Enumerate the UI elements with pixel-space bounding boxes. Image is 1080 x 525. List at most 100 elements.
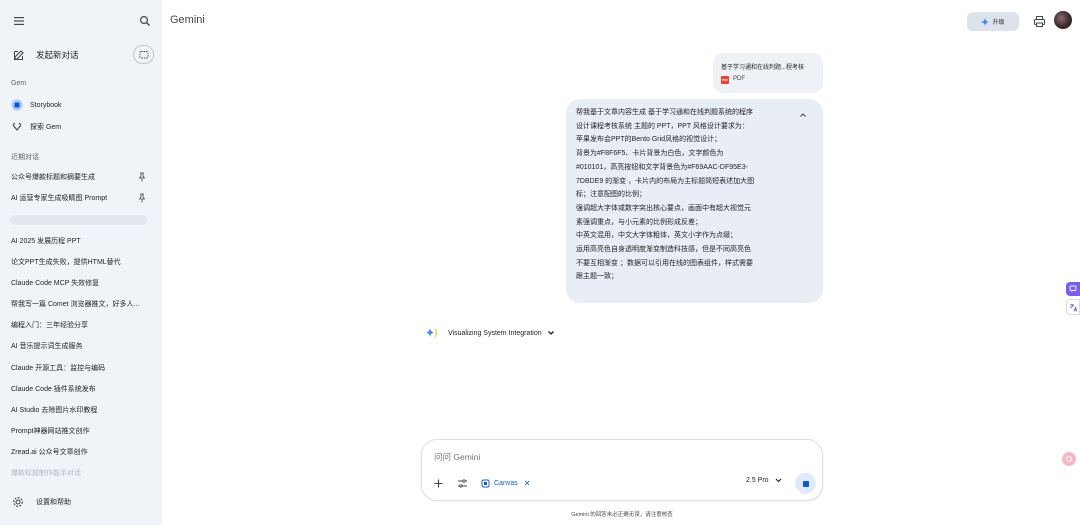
file-name: 基于学习通和在线判题...程考核 bbox=[721, 65, 805, 71]
stop-icon bbox=[802, 480, 809, 487]
disclaimer: Gemini 的回答未必正确无误，请注意核查 bbox=[571, 512, 673, 518]
upgrade-label: 升级 bbox=[992, 20, 1005, 26]
settings-label: 设置和帮助 bbox=[36, 499, 71, 506]
canvas-icon bbox=[481, 479, 490, 488]
sidebar: 发起新对话 Gem Storybook 探索 Gem 近期对话 公众号爆款标题和… bbox=[0, 0, 162, 525]
edit-icon bbox=[14, 50, 24, 60]
sidebar-item-label: Zread.ai 公众号文章创作 bbox=[11, 449, 88, 456]
sidebar-item-recent[interactable]: 帮我写一篇 Comet 浏览器推文，好多人... bbox=[4, 295, 156, 313]
attached-file-card[interactable]: 基于学习通和在线判题...程考核 PDF PDF bbox=[713, 53, 823, 93]
sidebar-item-label: 帮我写一篇 Comet 浏览器推文，好多人... bbox=[11, 301, 140, 308]
chevron-down-icon bbox=[547, 331, 554, 335]
message-line: 7DBDE9 的渐变 ，卡片内的布局为主标题简短表述加大图 bbox=[576, 177, 755, 185]
sidebar-item-recent[interactable]: 论文PPT生成失败，提供HTML替代 bbox=[4, 253, 156, 271]
prompt-composer: Canvas ✕ 2.5 Pro bbox=[421, 439, 823, 501]
message-line: 不要互相渐变 ；数据可以引用在线的图表组件，样式需要 bbox=[576, 259, 753, 267]
sidebar-item-label: AI 2025 发展历程 PPT bbox=[11, 238, 81, 245]
chevron-down-icon bbox=[775, 478, 781, 483]
sidebar-item-label: AI Studio 去除图片水印教程 bbox=[11, 407, 98, 414]
message-line: 标；注意配图的比例； bbox=[576, 191, 646, 199]
sidebar-item-recent[interactable]: Claude Code 插件系统发布 bbox=[4, 380, 156, 398]
sidebar-item-recent[interactable]: AI 音乐提示词生成服务 bbox=[4, 337, 156, 355]
message-line: 素强调重点，与小元素的比例形成反差； bbox=[576, 218, 702, 226]
pin-icon bbox=[138, 172, 146, 182]
sidebar-item-storybook[interactable]: Storybook bbox=[4, 96, 156, 114]
sidebar-item-pinned[interactable]: 公众号爆款标题和摘要生成 bbox=[4, 168, 156, 186]
sidebar-item-label: 编程入门：三年经验分享 bbox=[11, 322, 88, 329]
explore-gem-icon bbox=[12, 122, 22, 131]
loading-placeholder bbox=[10, 215, 147, 225]
sparkle-icon bbox=[981, 17, 990, 26]
sidebar-item-recent[interactable]: 爆款标题制作能手对话 bbox=[4, 464, 156, 482]
message-line: 中英文混用，中文大字体粗体，英文小字作为点缀； bbox=[576, 232, 737, 240]
menu-icon[interactable] bbox=[12, 14, 26, 28]
upgrade-button[interactable]: 升级 bbox=[967, 12, 1019, 31]
temporary-chat-icon bbox=[139, 50, 148, 58]
sidebar-item-label: Prompt神器网站推文创作 bbox=[11, 428, 90, 435]
extension-icon[interactable] bbox=[1066, 282, 1080, 296]
sidebar-item-recent[interactable]: 编程入门：三年经验分享 bbox=[4, 316, 156, 334]
temporary-chat-button[interactable] bbox=[133, 45, 154, 64]
canvas-label: Canvas bbox=[494, 480, 518, 487]
floating-assistant-icon[interactable] bbox=[1062, 452, 1076, 466]
sidebar-item-label: 公众号爆款标题和摘要生成 bbox=[11, 174, 95, 181]
print-icon[interactable] bbox=[1033, 15, 1046, 28]
message-line: 背景为#F8F6F5、卡片背景为白色，文字颜色为 bbox=[576, 150, 724, 158]
message-line: 跟主题一致； bbox=[576, 273, 618, 281]
add-icon[interactable] bbox=[433, 478, 444, 489]
user-message-text: 帮我基于文章内容生成 基于学习通和在线判题系统的程序 设计课程考核系统 主题的 … bbox=[576, 106, 804, 284]
file-type: PDF bbox=[733, 76, 745, 82]
sidebar-item-recent[interactable]: AI Studio 去除图片水印教程 bbox=[4, 401, 156, 419]
sidebar-item-pinned[interactable]: AI 运营专家生成吸睛图 Prompt bbox=[4, 189, 156, 207]
pin-icon bbox=[138, 193, 146, 203]
app-title[interactable]: Gemini bbox=[170, 14, 205, 26]
sidebar-item-recent[interactable]: Prompt神器网站推文创作 bbox=[4, 422, 156, 440]
sidebar-item-label: Claude 开源工具：监控与编码 bbox=[11, 365, 106, 372]
sidebar-item-label: 论文PPT生成失败，提供HTML替代 bbox=[11, 259, 121, 266]
tools-icon[interactable] bbox=[457, 478, 468, 489]
translate-icon bbox=[1069, 303, 1077, 312]
message-line: 帮我基于文章内容生成 基于学习通和在线判题系统的程序 bbox=[576, 109, 753, 116]
translate-extension-icon[interactable] bbox=[1066, 299, 1080, 315]
stop-button[interactable] bbox=[795, 473, 816, 494]
message-line: 苹果发布会PPT的Bento Grid风格的视觉设计； bbox=[576, 136, 722, 144]
canvas-tool-chip[interactable]: Canvas ✕ bbox=[481, 475, 530, 492]
sidebar-item-label: AI 音乐提示词生成服务 bbox=[11, 343, 83, 350]
avatar[interactable] bbox=[1054, 11, 1072, 29]
message-line: #010101，高亮按钮和文字背景色为#F69AAC-DF95E3- bbox=[576, 163, 748, 171]
message-line: 强调超大字体或数字突出核心要点，画面中有超大视觉元 bbox=[576, 204, 751, 212]
message-line: 设计课程考核系统 主题的 PPT，PPT 风格设计要求为： bbox=[576, 122, 749, 130]
sidebar-item-recent[interactable]: Claude 开源工具：监控与编码 bbox=[4, 359, 156, 377]
thinking-status-label: Visualizing System Integration bbox=[448, 329, 542, 337]
thinking-status-toggle[interactable]: Visualizing System Integration bbox=[424, 326, 555, 340]
sidebar-item-label: Claude Code 插件系统发布 bbox=[11, 386, 96, 393]
search-icon[interactable] bbox=[138, 14, 152, 28]
sidebar-item-explore-gem[interactable]: 探索 Gem bbox=[4, 118, 156, 136]
sidebar-item-label: AI 运营专家生成吸睛图 Prompt bbox=[11, 195, 108, 202]
model-selector[interactable]: 2.5 Pro bbox=[746, 477, 782, 484]
chevron-up-icon[interactable] bbox=[798, 110, 808, 120]
gem-section-title: Gem bbox=[11, 80, 27, 87]
sidebar-item-recent[interactable]: AI 2025 发展历程 PPT bbox=[4, 232, 156, 250]
settings-and-help-button[interactable]: 设置和帮助 bbox=[4, 492, 156, 512]
sidebar-top-bar bbox=[0, 10, 162, 32]
sidebar-item-label: 探索 Gem bbox=[30, 124, 62, 131]
gear-icon bbox=[13, 497, 23, 507]
close-icon[interactable]: ✕ bbox=[524, 479, 531, 488]
model-label: 2.5 Pro bbox=[746, 477, 769, 484]
user-message-bubble: 帮我基于文章内容生成 基于学习通和在线判题系统的程序 设计课程考核系统 主题的 … bbox=[566, 99, 823, 303]
storybook-icon bbox=[11, 99, 23, 111]
new-chat-label: 发起新对话 bbox=[36, 50, 79, 60]
message-line: 运用高亮色自身透明度渐变制造科技感，但是不同高亮色 bbox=[576, 246, 751, 254]
sidebar-item-label: Claude Code MCP 失效修复 bbox=[11, 280, 100, 287]
sidebar-item-label: Storybook bbox=[30, 101, 62, 109]
prompt-input[interactable] bbox=[434, 452, 794, 462]
pdf-icon: PDF bbox=[721, 76, 729, 84]
chat-bubble-icon bbox=[1069, 285, 1077, 292]
assistant-icon bbox=[1066, 456, 1072, 462]
sidebar-item-recent[interactable]: Claude Code MCP 失效修复 bbox=[4, 274, 156, 292]
recent-section-title: 近期对话 bbox=[11, 154, 39, 161]
sidebar-item-label: 爆款标题制作能手对话 bbox=[11, 470, 81, 477]
gemini-sparkle-icon bbox=[426, 328, 437, 338]
sidebar-item-recent[interactable]: Zread.ai 公众号文章创作 bbox=[4, 443, 156, 461]
